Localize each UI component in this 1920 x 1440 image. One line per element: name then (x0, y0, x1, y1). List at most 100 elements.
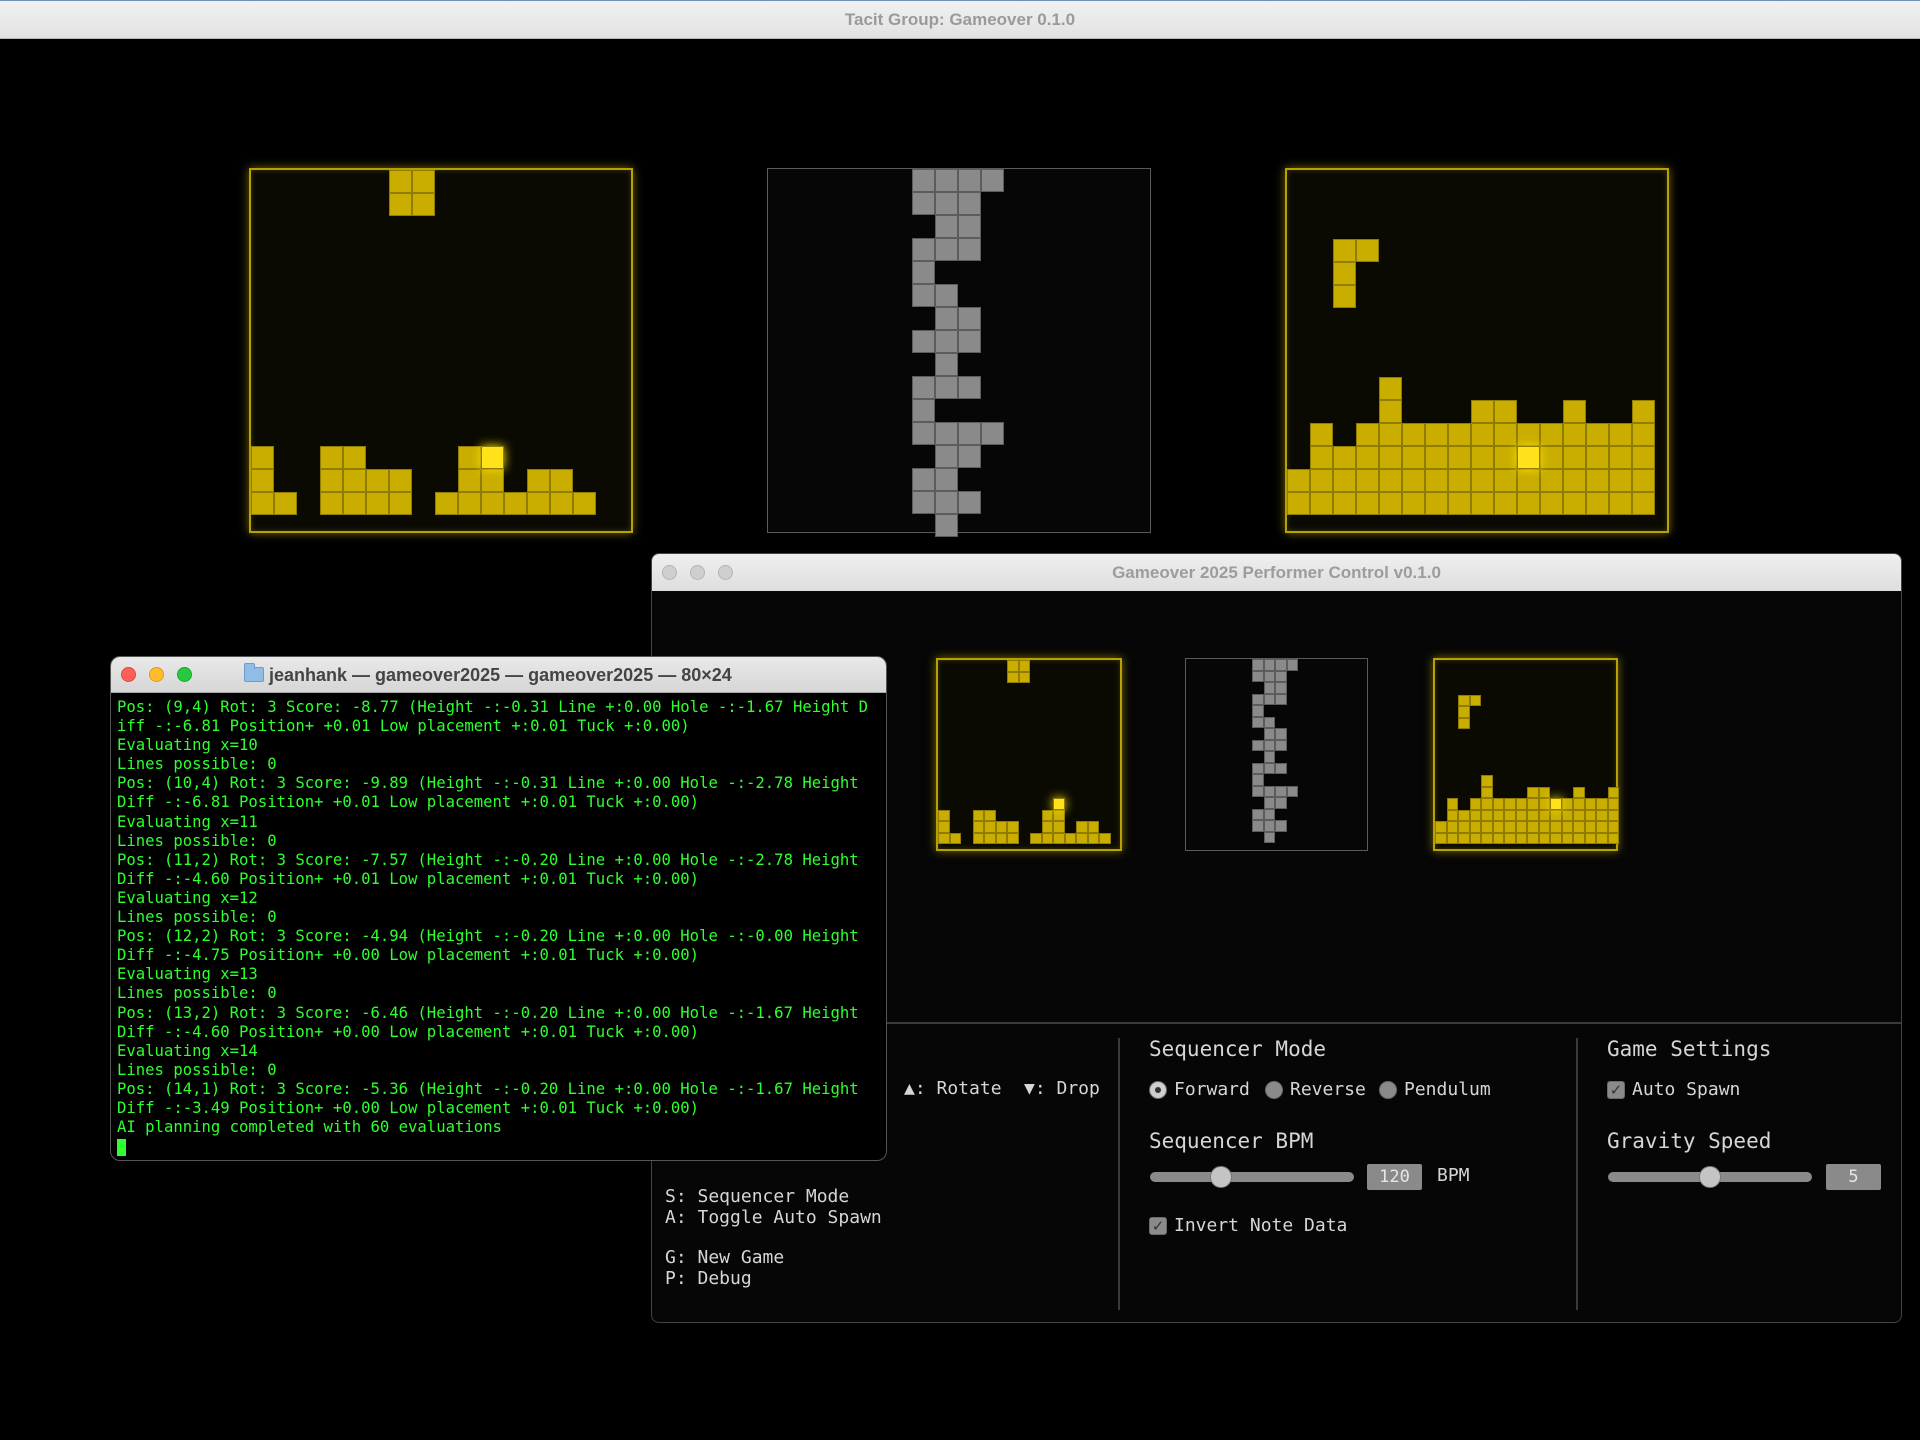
invert-note-data-checkmark[interactable]: ✓ (1149, 1217, 1167, 1235)
stack-block (1561, 809, 1573, 821)
stack-block (1402, 492, 1425, 515)
stack-block (1550, 832, 1562, 844)
terminal-line: iff -:-6.81 Position+ +0.01 Low placemen… (117, 717, 690, 736)
highlight-block (481, 446, 504, 469)
panel-divider-1 (1118, 1038, 1120, 1310)
main-window-titlebar[interactable]: Tacit Group: Gameover 0.1.0 (0, 0, 1920, 39)
terminal-line: Pos: (13,2) Rot: 3 Score: -6.46 (Height … (117, 1003, 859, 1022)
stack-block (1076, 832, 1088, 844)
stack-block (1527, 786, 1539, 798)
new-game-key-label: G: New Game (665, 1247, 785, 1268)
stack-block (1435, 821, 1447, 833)
rotate-key-label: ▲: Rotate (904, 1078, 1002, 1099)
stack-block (938, 821, 950, 833)
bpm-slider[interactable] (1150, 1172, 1354, 1182)
stack-block (1596, 798, 1608, 810)
bpm-slider-knob[interactable] (1210, 1166, 1233, 1188)
stack-block (1632, 400, 1655, 423)
stack-block (1041, 832, 1053, 844)
stack-block (1471, 469, 1494, 492)
falling-piece-block (1007, 671, 1019, 683)
sequencer-bpm-title: Sequencer BPM (1149, 1129, 1314, 1153)
sequence-block (912, 192, 935, 215)
minimize-button[interactable] (690, 565, 705, 580)
sequence-block (958, 445, 981, 468)
stack-block (1632, 446, 1655, 469)
stack-block (1425, 469, 1448, 492)
falling-piece-block (1356, 239, 1379, 262)
stack-block (1563, 446, 1586, 469)
performer-title: Gameover 2025 Performer Control v0.1.0 (1112, 563, 1441, 582)
radio-pendulum-label: Pendulum (1404, 1079, 1491, 1100)
stack-block (274, 492, 297, 515)
sequence-block (1263, 751, 1275, 763)
stack-block (1540, 423, 1563, 446)
stack-block (972, 832, 984, 844)
bpm-value-field[interactable]: 120 (1367, 1164, 1422, 1190)
stack-block (1356, 423, 1379, 446)
stack-block (481, 469, 504, 492)
stack-block (1573, 809, 1585, 821)
radio-pendulum-button[interactable] (1379, 1081, 1397, 1099)
stack-block (1446, 821, 1458, 833)
gravity-value-field[interactable]: 5 (1826, 1164, 1881, 1190)
stack-block (389, 469, 412, 492)
terminal-minimize-button[interactable] (149, 667, 164, 682)
zoom-button[interactable] (718, 565, 733, 580)
stack-block (1007, 821, 1019, 833)
terminal-line: Pos: (10,4) Rot: 3 Score: -9.89 (Height … (117, 774, 859, 793)
falling-piece-block (1469, 694, 1481, 706)
sequence-block (912, 468, 935, 491)
stack-block (458, 469, 481, 492)
sequence-block (1263, 716, 1275, 728)
stack-block (1584, 798, 1596, 810)
stack-block (1563, 423, 1586, 446)
falling-piece-block (412, 193, 435, 216)
stack-block (1425, 423, 1448, 446)
stack-block (1492, 832, 1504, 844)
stack-block (1609, 423, 1632, 446)
terminal-zoom-button[interactable] (177, 667, 192, 682)
stack-block (1458, 832, 1470, 844)
sequence-block (981, 422, 1004, 445)
sequence-block (1252, 774, 1264, 786)
stack-block (1607, 809, 1619, 821)
terminal-titlebar[interactable]: jeanhank — gameover2025 — gameover2025 —… (111, 657, 886, 693)
stack-block (1632, 423, 1655, 446)
preview-board-left (936, 658, 1122, 851)
stack-block (1584, 821, 1596, 833)
stack-block (1087, 821, 1099, 833)
sequence-block (935, 307, 958, 330)
sequence-block (1286, 659, 1298, 671)
stack-block (1041, 809, 1053, 821)
terminal-line: Evaluating x=10 (117, 736, 258, 755)
stack-block (1561, 798, 1573, 810)
stack-block (1471, 400, 1494, 423)
radio-reverse-button[interactable] (1265, 1081, 1283, 1099)
sequence-block (935, 330, 958, 353)
sequence-block (912, 261, 935, 284)
close-button[interactable] (662, 565, 677, 580)
stack-block (1379, 423, 1402, 446)
radio-forward-button[interactable] (1149, 1081, 1167, 1099)
sequence-block (1263, 693, 1275, 705)
stack-block (1064, 832, 1076, 844)
stack-block (1586, 469, 1609, 492)
terminal-line: Lines possible: 0 (117, 908, 277, 927)
terminal-line: Diff -:-4.60 Position+ +0.00 Low placeme… (117, 1022, 700, 1041)
terminal-output[interactable]: Pos: (9,4) Rot: 3 Score: -8.77 (Height -… (117, 698, 868, 1160)
stack-block (1494, 423, 1517, 446)
stack-block (1527, 809, 1539, 821)
terminal-line: Evaluating x=14 (117, 1041, 258, 1060)
auto-spawn-checkmark[interactable]: ✓ (1607, 1081, 1625, 1099)
bpm-unit-label: BPM (1437, 1165, 1470, 1186)
stack-block (984, 832, 996, 844)
terminal-close-button[interactable] (121, 667, 136, 682)
stack-block (1586, 423, 1609, 446)
gravity-slider-knob[interactable] (1699, 1166, 1721, 1188)
stack-block (1584, 809, 1596, 821)
performer-titlebar[interactable]: Gameover 2025 Performer Control v0.1.0 (652, 554, 1901, 591)
sequence-block (1252, 762, 1264, 774)
stack-block (1379, 492, 1402, 515)
stack-block (366, 492, 389, 515)
